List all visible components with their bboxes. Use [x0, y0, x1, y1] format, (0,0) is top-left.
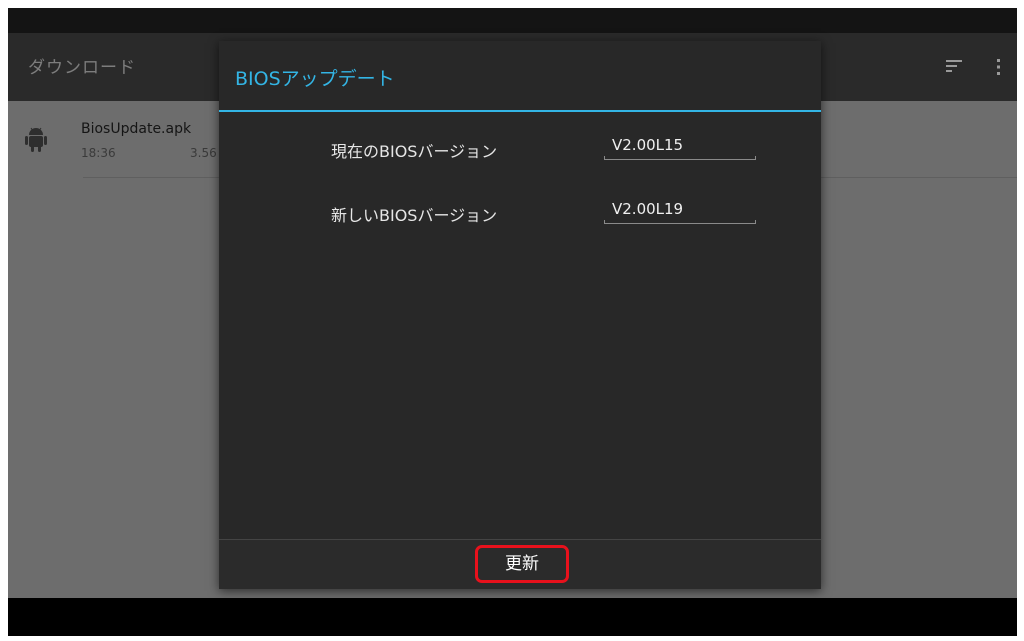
status-bar	[8, 8, 1017, 33]
device-screen: ダウンロード BiosUpdate.apk 18:36 3.56 BIOSアップ…	[8, 8, 1017, 636]
update-button[interactable]: 更新	[475, 545, 569, 583]
dialog-title: BIOSアップデート	[235, 68, 395, 90]
new-version-field: V2.00L19	[604, 194, 756, 224]
current-version-field: V2.00L15	[604, 130, 756, 160]
current-version-value: V2.00L15	[612, 136, 684, 154]
android-icon	[25, 127, 47, 152]
new-version-value: V2.00L19	[612, 200, 684, 218]
button-bar: 更新	[219, 540, 821, 589]
sort-icon[interactable]	[946, 59, 962, 73]
title-divider	[219, 110, 821, 112]
file-size: 3.56	[190, 146, 217, 160]
app-title: ダウンロード	[28, 58, 136, 78]
current-version-label: 現在のBIOSバージョン	[331, 142, 498, 161]
file-time: 18:36	[81, 146, 116, 160]
file-name: BiosUpdate.apk	[81, 121, 192, 137]
field-underline	[604, 156, 756, 160]
new-version-label: 新しいBIOSバージョン	[331, 206, 498, 225]
overflow-menu-icon[interactable]	[996, 58, 1001, 76]
bios-update-dialog: BIOSアップデート 現在のBIOSバージョン V2.00L15 新しいBIOS…	[219, 41, 821, 589]
field-underline	[604, 220, 756, 224]
navigation-bar	[8, 598, 1017, 636]
